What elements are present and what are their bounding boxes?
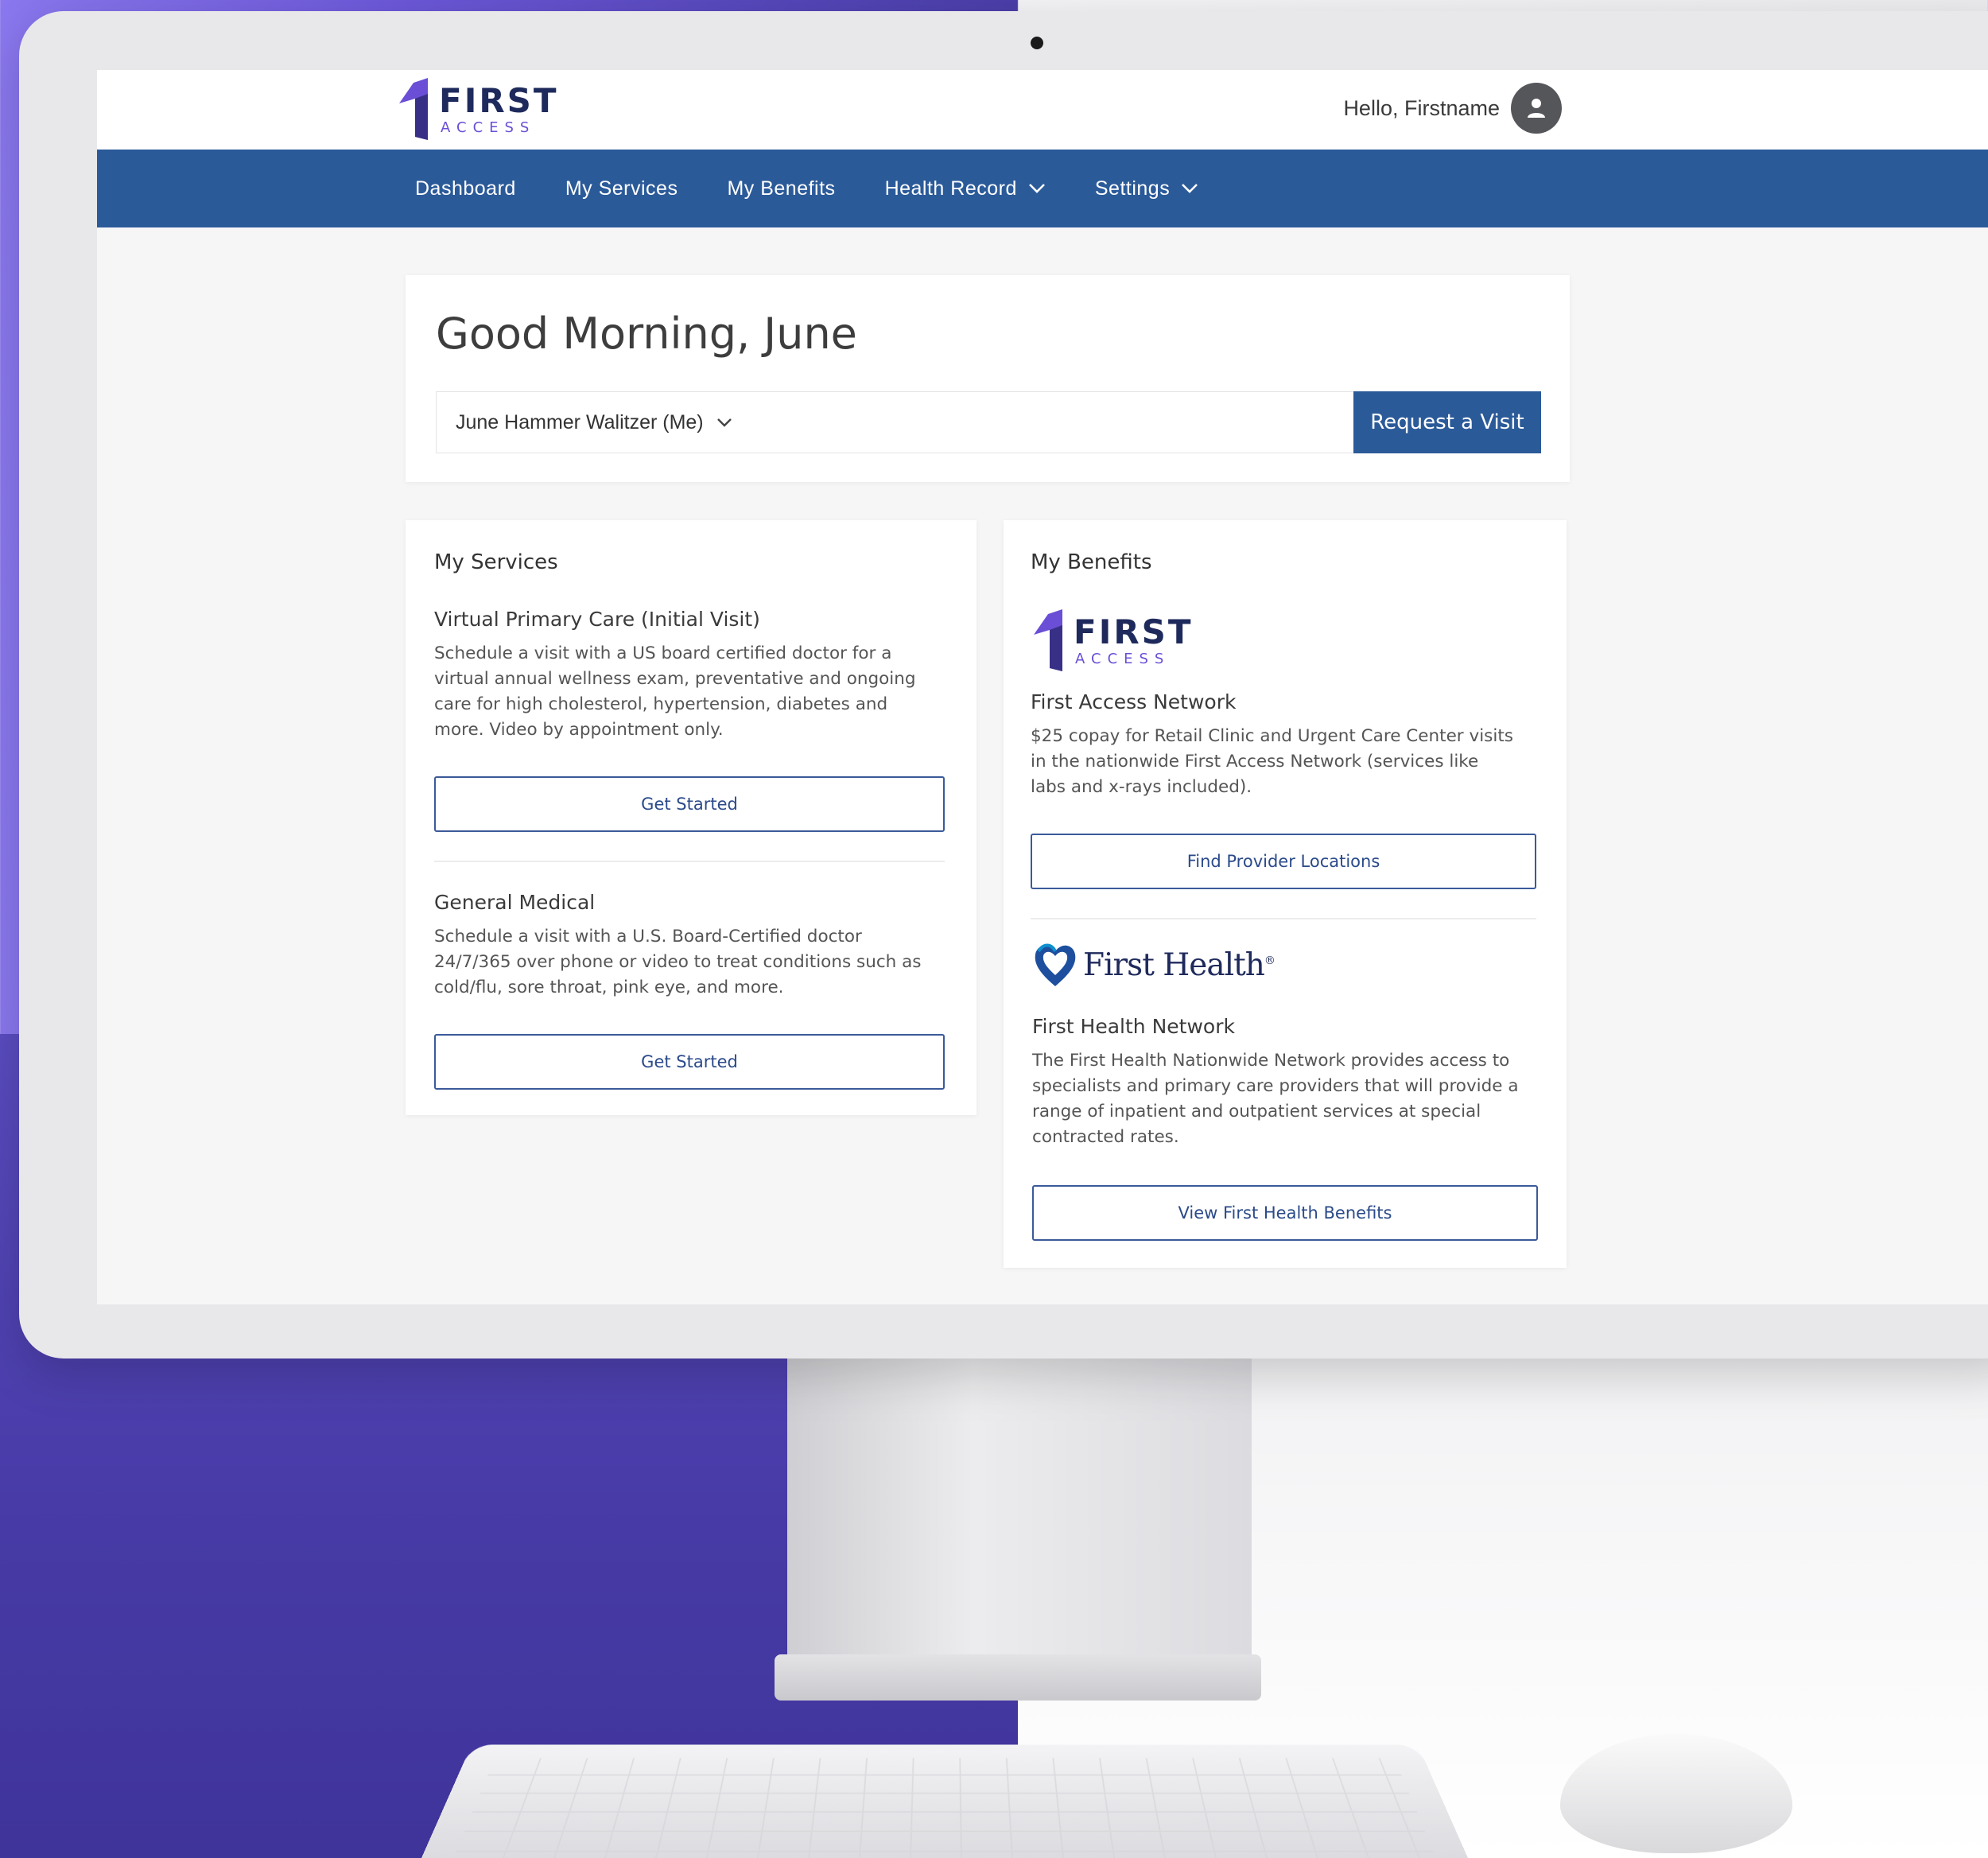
screen: FIRST ACCESS Hello, Firstname Dashboard … (97, 70, 1988, 1304)
benefit-description: $25 copay for Retail Clinic and Urgent C… (1031, 724, 1555, 800)
desc-line: in the nationwide First Access Network (… (1031, 749, 1555, 775)
monitor: FIRST ACCESS Hello, Firstname Dashboard … (19, 11, 1988, 1359)
my-services-card: My Services Virtual Primary Care (Initia… (406, 520, 977, 1115)
chevron-down-icon (716, 418, 732, 427)
nav-label: Dashboard (415, 177, 516, 200)
nav-dashboard[interactable]: Dashboard (415, 177, 516, 200)
chevron-down-icon (1028, 183, 1046, 194)
nav-health-record[interactable]: Health Record (885, 177, 1046, 200)
desc-line: Schedule a visit with a US board certifi… (434, 641, 959, 667)
registered-mark: ® (1264, 954, 1275, 967)
camera-dot (1031, 37, 1043, 49)
desc-line: The First Health Nationwide Network prov… (1032, 1048, 1557, 1074)
desc-line: cold/flu, sore throat, pink eye, and mor… (434, 975, 959, 1001)
nav-label: Settings (1095, 177, 1170, 200)
first-access-logo[interactable]: FIRST ACCESS (396, 78, 563, 143)
benefit-description: The First Health Nationwide Network prov… (1032, 1048, 1557, 1150)
card-heading: My Benefits (1031, 550, 1152, 574)
get-started-button[interactable]: Get Started (434, 1034, 945, 1090)
logo-word: FIRST (1074, 616, 1194, 649)
main-nav: Dashboard My Services My Benefits Health… (97, 150, 1988, 227)
welcome-card: Good Morning, June June Hammer Walitzer … (406, 275, 1570, 482)
nav-label: My Services (565, 177, 678, 200)
request-visit-button[interactable]: Request a Visit (1353, 391, 1541, 453)
page-title: Good Morning, June (436, 309, 857, 359)
desc-line: labs and x-rays included). (1031, 775, 1555, 800)
desc-line: $25 copay for Retail Clinic and Urgent C… (1031, 724, 1555, 749)
first-access-logo-mark-icon (396, 78, 434, 142)
user-greeting[interactable]: Hello, Firstname (1343, 83, 1562, 134)
nav-label: My Benefits (727, 177, 835, 200)
nav-label: Health Record (885, 177, 1017, 200)
view-first-health-benefits-button[interactable]: View First Health Benefits (1032, 1185, 1538, 1241)
first-health-wordmark: First Health® (1083, 947, 1275, 983)
divider (434, 861, 945, 862)
divider (1031, 918, 1536, 919)
member-select-value: June Hammer Walitzer (Me) (456, 411, 704, 434)
find-provider-locations-button[interactable]: Find Provider Locations (1031, 834, 1536, 889)
benefit-title: First Access Network (1031, 690, 1236, 713)
desc-line: Schedule a visit with a U.S. Board-Certi… (434, 924, 959, 950)
desc-line: more. Video by appointment only. (434, 717, 959, 743)
first-access-logo: FIRST ACCESS (1031, 609, 1198, 674)
first-access-logo-mark-icon (1031, 609, 1069, 673)
desc-line: 24/7/365 over phone or video to treat co… (434, 950, 959, 975)
logo-subtitle: ACCESS (441, 121, 535, 135)
chevron-down-icon (1181, 183, 1198, 194)
my-benefits-card: My Benefits FIRST ACCESS First Access Ne… (1004, 520, 1567, 1268)
heart-icon (1032, 940, 1078, 989)
service-description: Schedule a visit with a U.S. Board-Certi… (434, 924, 959, 1001)
desc-line: virtual annual wellness exam, preventati… (434, 667, 959, 692)
service-title: Virtual Primary Care (Initial Visit) (434, 608, 760, 631)
first-health-logo: First Health® (1032, 940, 1275, 989)
desc-line: care for high cholesterol, hypertension,… (434, 692, 959, 717)
logo-word: FIRST (439, 84, 559, 118)
nav-settings[interactable]: Settings (1095, 177, 1198, 200)
monitor-stand-neck (787, 1357, 1252, 1691)
member-select[interactable]: June Hammer Walitzer (Me) (436, 391, 1355, 453)
keyboard (421, 1745, 1468, 1858)
user-icon[interactable] (1511, 83, 1562, 134)
greeting-text: Hello, Firstname (1343, 96, 1500, 121)
desc-line: range of inpatient and outpatient servic… (1032, 1099, 1557, 1125)
monitor-stand-foot (775, 1654, 1261, 1701)
nav-my-benefits[interactable]: My Benefits (727, 177, 835, 200)
service-description: Schedule a visit with a US board certifi… (434, 641, 959, 743)
card-heading: My Services (434, 550, 558, 574)
nav-my-services[interactable]: My Services (565, 177, 678, 200)
logo-subtitle: ACCESS (1075, 652, 1170, 667)
benefit-title: First Health Network (1032, 1015, 1235, 1038)
service-title: General Medical (434, 891, 595, 914)
desc-line: specialists and primary care providers t… (1032, 1074, 1557, 1099)
desc-line: contracted rates. (1032, 1125, 1557, 1150)
app-header: FIRST ACCESS Hello, Firstname (97, 70, 1988, 150)
get-started-button[interactable]: Get Started (434, 776, 945, 832)
first-health-wordmark-text: First Health (1083, 947, 1264, 983)
